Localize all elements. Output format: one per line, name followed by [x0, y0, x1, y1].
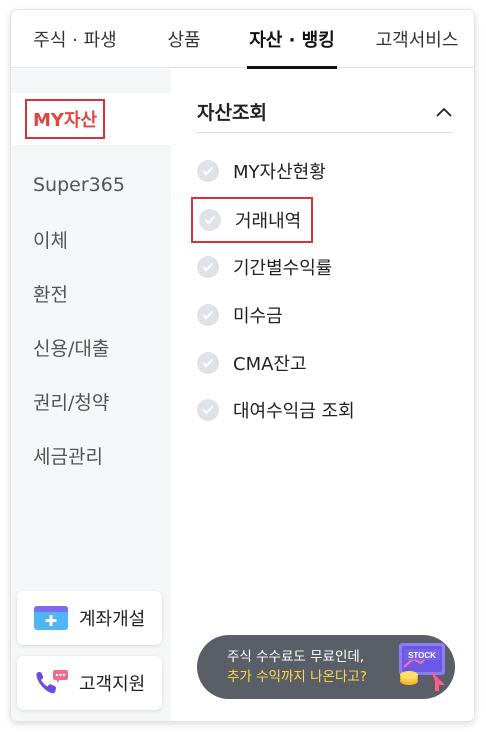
stock-promo-icon: STOCK: [395, 641, 449, 693]
open-account-button[interactable]: 계좌개설: [17, 591, 162, 645]
check-circle-icon: [199, 209, 221, 231]
sidebar-item-rights-subscription[interactable]: 권리/청약: [11, 375, 171, 427]
sidebar-item-label: Super365: [33, 174, 125, 196]
app-window: 주식 · 파생 상품 자산 · 뱅킹 고객서비스 MY자산 Super365 이…: [11, 10, 474, 721]
panel-title: 자산조회: [197, 102, 267, 124]
check-circle-icon: [197, 256, 219, 278]
tab-products[interactable]: 상품: [156, 10, 212, 68]
promo-text: 주식 수수료도 무료인데, 추가 수익까지 나온다고?: [227, 647, 367, 687]
menu-item-label: 거래내역: [235, 211, 302, 232]
sidebar-item-label: 신용/대출: [33, 337, 110, 360]
sidebar-item-my-assets[interactable]: MY자산: [11, 93, 171, 145]
menu-item-label: 미수금: [233, 306, 283, 327]
promo-line-2: 추가 수익까지 나온다고?: [227, 669, 367, 685]
chevron-up-icon[interactable]: [435, 103, 453, 121]
menu-item-label: 대여수익금 조회: [233, 401, 355, 422]
customer-support-label: 고객지원: [79, 674, 146, 695]
tab-stocks-derivatives[interactable]: 주식 · 파생: [25, 10, 125, 68]
top-tab-bar: 주식 · 파생 상품 자산 · 뱅킹 고객서비스: [11, 10, 474, 69]
promo-line-1: 주식 수수료도 무료인데,: [227, 649, 365, 665]
sidebar-item-label: 세금관리: [33, 445, 103, 468]
asset-inquiry-panel: 자산조회 MY자산현황 거래내역 기간별수익률 미수금 CMA잔고 대여수익금 …: [171, 69, 474, 721]
menu-item-lending-income[interactable]: 대여수익금 조회: [197, 390, 355, 430]
open-account-label: 계좌개설: [79, 609, 146, 630]
sidebar: MY자산 Super365 이체 환전 신용/대출 권리/청약 세금관리 계좌개…: [11, 69, 171, 721]
menu-item-period-returns[interactable]: 기간별수익률: [197, 247, 332, 287]
menu-item-cma-balance[interactable]: CMA잔고: [197, 343, 307, 383]
sidebar-item-label: 권리/청약: [33, 391, 110, 414]
add-account-icon: [33, 604, 69, 632]
menu-item-unpaid-amount[interactable]: 미수금: [197, 295, 283, 335]
asset-inquiry-header[interactable]: 자산조회: [197, 91, 453, 133]
sidebar-item-exchange[interactable]: 환전: [11, 267, 171, 319]
sidebar-item-credit-loan[interactable]: 신용/대출: [11, 321, 171, 373]
customer-support-button[interactable]: 고객지원: [17, 656, 162, 710]
promo-toast[interactable]: 주식 수수료도 무료인데, 추가 수익까지 나온다고? STOCK: [197, 635, 455, 699]
sidebar-item-label: 환전: [33, 283, 68, 306]
stock-badge-text: STOCK: [408, 651, 436, 660]
check-circle-icon: [197, 304, 219, 326]
menu-item-transaction-history[interactable]: 거래내역: [191, 197, 314, 243]
check-circle-icon: [197, 160, 219, 182]
tab-assets-banking[interactable]: 자산 · 뱅킹: [247, 10, 337, 69]
sidebar-item-super365[interactable]: Super365: [11, 159, 171, 211]
tab-customer-service[interactable]: 고객서비스: [361, 10, 473, 68]
menu-item-label: MY자산현황: [233, 162, 326, 183]
sidebar-item-transfer[interactable]: 이체: [11, 213, 171, 265]
menu-item-my-assets-status[interactable]: MY자산현황: [197, 151, 326, 191]
sidebar-item-label: 이체: [33, 229, 68, 252]
check-circle-icon: [197, 352, 219, 374]
menu-item-label: 기간별수익률: [233, 258, 333, 279]
phone-chat-icon: [33, 669, 69, 697]
check-circle-icon: [197, 399, 219, 421]
menu-item-label: CMA잔고: [233, 354, 307, 375]
sidebar-item-label: MY자산: [25, 99, 106, 139]
sidebar-item-tax[interactable]: 세금관리: [11, 429, 171, 481]
